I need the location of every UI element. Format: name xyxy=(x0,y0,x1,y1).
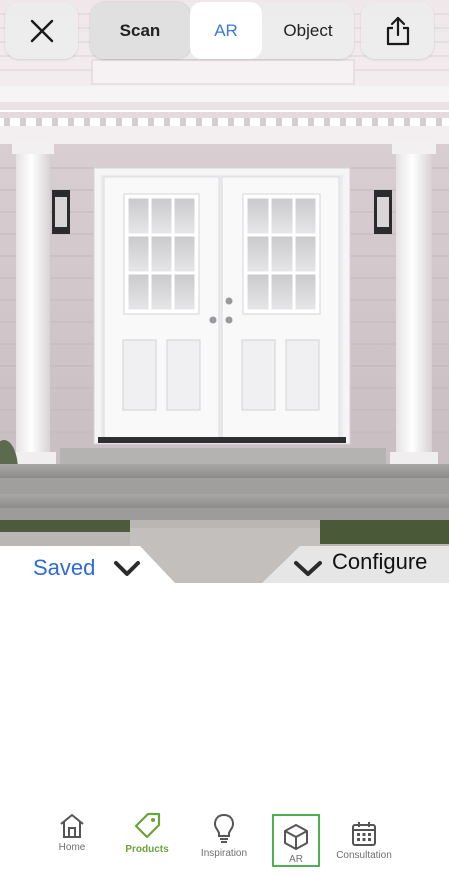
chevron-down-icon xyxy=(114,561,140,576)
nav-label-consultation: Consultation xyxy=(336,850,392,861)
nav-item-consultation[interactable]: Consultation xyxy=(330,820,398,874)
cube-icon xyxy=(284,824,308,850)
share-icon xyxy=(386,16,409,45)
chevron-down-icon xyxy=(294,561,322,576)
house-entry-scene xyxy=(0,0,449,583)
lightbulb-icon xyxy=(213,813,235,843)
bottom-navigation: Home Products Inspiration AR Consultatio… xyxy=(0,810,449,874)
close-icon xyxy=(30,19,53,42)
tag-icon xyxy=(134,812,161,839)
nav-item-products[interactable]: Products xyxy=(120,810,174,870)
nav-label-ar: AR xyxy=(289,854,303,865)
saved-label: Saved xyxy=(33,555,96,580)
nav-label-home: Home xyxy=(58,842,86,853)
close-button[interactable] xyxy=(5,2,78,59)
nav-item-ar[interactable]: AR xyxy=(272,814,320,867)
home-icon xyxy=(60,814,84,838)
calendar-icon xyxy=(352,822,376,846)
share-button[interactable] xyxy=(361,2,434,59)
nav-item-home[interactable]: Home xyxy=(51,810,93,870)
nav-item-inspiration[interactable]: Inspiration xyxy=(193,812,255,872)
mode-tab-object[interactable]: Object xyxy=(262,2,354,59)
configure-label: Configure xyxy=(332,549,428,574)
nav-label-inspiration: Inspiration xyxy=(200,848,248,859)
mode-tab-ar[interactable]: AR xyxy=(190,2,262,59)
mode-switcher: Scan AR Object xyxy=(90,2,354,59)
saved-tab[interactable]: Saved xyxy=(0,546,175,583)
nav-label-products: Products xyxy=(125,844,169,855)
ar-camera-view[interactable] xyxy=(0,0,449,583)
mode-tab-scan[interactable]: Scan xyxy=(90,2,190,59)
configure-tab[interactable]: Configure xyxy=(262,546,449,583)
